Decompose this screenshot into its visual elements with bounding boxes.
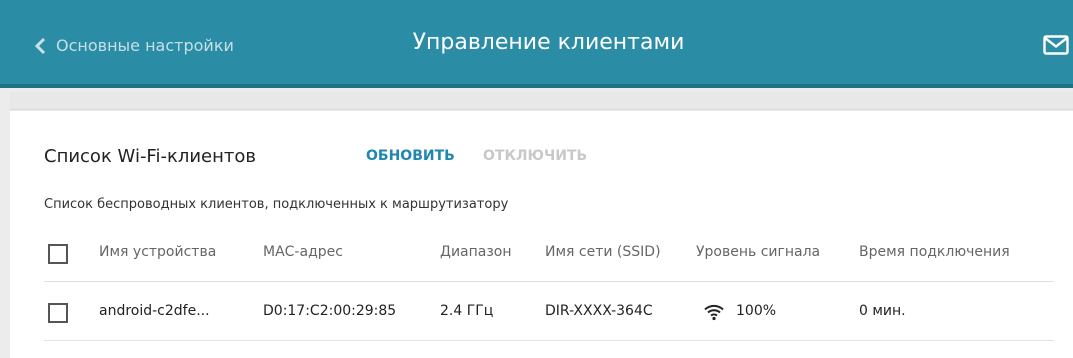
cell-signal: 100% [736,303,777,319]
cell-time: 0 мин. [859,303,906,319]
mail-icon[interactable] [1043,35,1069,59]
page-title: Управление клиентами [412,30,685,55]
column-header-ssid: Имя сети (SSID) [545,244,661,260]
column-header-device: Имя устройства [99,244,217,260]
refresh-button[interactable]: ОБНОВИТЬ [366,148,455,164]
disconnect-button[interactable]: ОТКЛЮЧИТЬ [483,148,587,164]
select-all-checkbox[interactable] [48,244,68,264]
table-divider [44,281,1054,282]
section-subtitle: Список беспроводных клиентов, подключенн… [44,197,509,212]
cell-ssid: DIR-XXXX-364C [545,303,653,319]
column-header-band: Диапазон [440,244,512,260]
row-checkbox[interactable] [48,303,68,323]
section-title: Список Wi-Fi-клиентов [44,146,257,167]
header-bar: Основные настройки Управление клиентами [0,0,1073,88]
cell-band: 2.4 ГГц [440,303,494,319]
column-header-time: Время подключения [859,244,1010,260]
cell-mac: D0:17:C2:00:29:85 [263,303,397,319]
wifi-icon [703,303,725,325]
cell-device: android-c2dfe... [99,303,210,319]
column-header-signal: Уровень сигнала [696,244,821,260]
header-shadow-strip [10,92,1073,110]
wifi-clients-panel: Список Wi-Fi-клиентов ОБНОВИТЬ ОТКЛЮЧИТЬ… [10,111,1073,358]
column-header-mac: МАС-адрес [263,244,343,260]
table-row-divider [44,340,1054,341]
